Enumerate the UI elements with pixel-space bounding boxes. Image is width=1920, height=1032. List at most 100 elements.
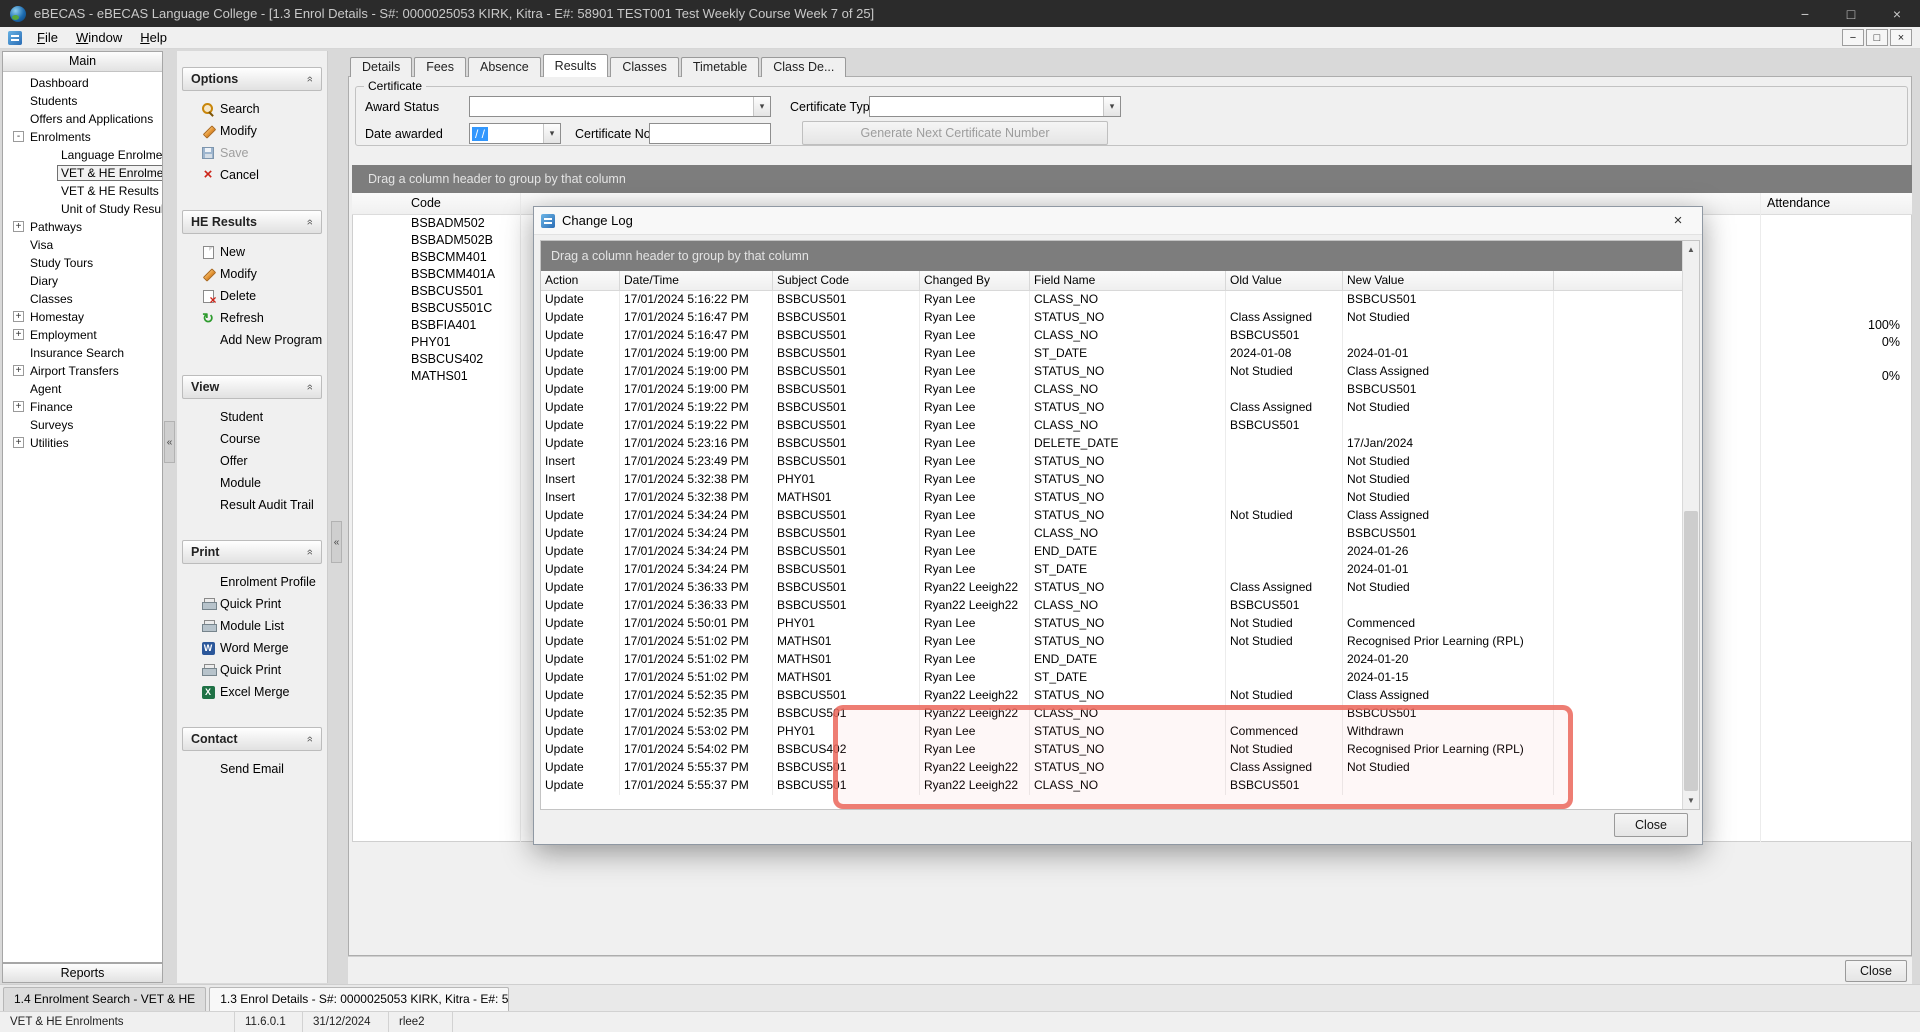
changelog-row[interactable]: Update17/01/2024 5:34:24 PMBSBCUS501Ryan… bbox=[541, 561, 1682, 579]
column-header-attendance[interactable]: Attendance bbox=[1767, 196, 1830, 210]
award-status-select[interactable]: ▾ bbox=[469, 96, 771, 117]
nav-item-modify[interactable]: Modify bbox=[182, 263, 322, 285]
sidebar-item-classes[interactable]: Classes bbox=[3, 290, 162, 308]
sidebar-item-pathways[interactable]: +Pathways bbox=[3, 218, 162, 236]
changelog-row[interactable]: Insert17/01/2024 5:32:38 PMMATHS01Ryan L… bbox=[541, 489, 1682, 507]
changelog-row[interactable]: Update17/01/2024 5:52:35 PMBSBCUS501Ryan… bbox=[541, 705, 1682, 723]
nav-item-save[interactable]: Save bbox=[182, 142, 322, 164]
changelog-row[interactable]: Update17/01/2024 5:19:22 PMBSBCUS501Ryan… bbox=[541, 417, 1682, 435]
changelog-row[interactable]: Update17/01/2024 5:34:24 PMBSBCUS501Ryan… bbox=[541, 543, 1682, 561]
column-header-changed-by[interactable]: Changed By bbox=[920, 271, 1030, 291]
sidebar-item-agent[interactable]: Agent bbox=[3, 380, 162, 398]
changelog-row[interactable]: Update17/01/2024 5:23:16 PMBSBCUS501Ryan… bbox=[541, 435, 1682, 453]
nav-item-modify[interactable]: Modify bbox=[182, 120, 322, 142]
nav-item-refresh[interactable]: ↻Refresh bbox=[182, 307, 322, 329]
changelog-row[interactable]: Update17/01/2024 5:50:01 PMPHY01Ryan Lee… bbox=[541, 615, 1682, 633]
tab-details[interactable]: Details bbox=[350, 57, 412, 77]
changelog-row[interactable]: Update17/01/2024 5:19:00 PMBSBCUS501Ryan… bbox=[541, 345, 1682, 363]
sidebar-item-students[interactable]: Students bbox=[3, 92, 162, 110]
column-header-field-name[interactable]: Field Name bbox=[1030, 271, 1226, 291]
certificate-no-input[interactable] bbox=[649, 123, 771, 144]
options-splitter[interactable]: « bbox=[328, 51, 346, 983]
sidebar-item-enrolments[interactable]: -Enrolments bbox=[3, 128, 162, 146]
dialog-close-button[interactable]: Close bbox=[1614, 813, 1688, 837]
menu-window[interactable]: Window bbox=[67, 28, 131, 47]
changelog-row[interactable]: Update17/01/2024 5:52:35 PMBSBCUS501Ryan… bbox=[541, 687, 1682, 705]
vertical-scrollbar[interactable]: ▲ ▼ bbox=[1682, 241, 1699, 809]
changelog-row[interactable]: Update17/01/2024 5:36:33 PMBSBCUS501Ryan… bbox=[541, 597, 1682, 615]
sidebar-item-diary[interactable]: Diary bbox=[3, 272, 162, 290]
tab-fees[interactable]: Fees bbox=[414, 57, 466, 77]
nav-item-quick-print[interactable]: Quick Print bbox=[182, 659, 322, 681]
changelog-row[interactable]: Update17/01/2024 5:19:00 PMBSBCUS501Ryan… bbox=[541, 363, 1682, 381]
sidebar-item-dashboard[interactable]: Dashboard bbox=[3, 74, 162, 92]
sidebar-item-utilities[interactable]: +Utilities bbox=[3, 434, 162, 452]
nav-item-delete[interactable]: Delete bbox=[182, 285, 322, 307]
changelog-row[interactable]: Update17/01/2024 5:51:02 PMMATHS01Ryan L… bbox=[541, 651, 1682, 669]
tree-collapse-icon[interactable]: - bbox=[13, 131, 24, 142]
nav-item-cancel[interactable]: ×Cancel bbox=[182, 164, 322, 186]
tab-classes[interactable]: Classes bbox=[610, 57, 678, 77]
changelog-row[interactable]: Update17/01/2024 5:16:47 PMBSBCUS501Ryan… bbox=[541, 309, 1682, 327]
sidebar-item-employment[interactable]: +Employment bbox=[3, 326, 162, 344]
sidebar-item-language-enrolments[interactable]: Language Enrolments bbox=[3, 146, 162, 164]
column-header-new-value[interactable]: New Value bbox=[1343, 271, 1554, 291]
dialog-group-by-panel[interactable]: Drag a column header to group by that co… bbox=[541, 241, 1682, 271]
sidebar-item-study-tours[interactable]: Study Tours bbox=[3, 254, 162, 272]
collapse-left-icon[interactable]: « bbox=[164, 421, 175, 463]
close-button[interactable]: Close bbox=[1845, 960, 1907, 982]
nav-item-quick-print[interactable]: Quick Print bbox=[182, 593, 322, 615]
changelog-row[interactable]: Insert17/01/2024 5:23:49 PMBSBCUS501Ryan… bbox=[541, 453, 1682, 471]
close-icon[interactable]: × bbox=[1874, 0, 1920, 27]
column-header-action[interactable]: Action bbox=[541, 271, 620, 291]
tree-expand-icon[interactable]: + bbox=[13, 401, 24, 412]
changelog-row[interactable]: Update17/01/2024 5:53:02 PMPHY01Ryan Lee… bbox=[541, 723, 1682, 741]
menu-help[interactable]: Help bbox=[131, 28, 176, 47]
changelog-row[interactable]: Update17/01/2024 5:36:33 PMBSBCUS501Ryan… bbox=[541, 579, 1682, 597]
nav-item-offer[interactable]: Offer bbox=[182, 450, 322, 472]
sidebar-item-airport-transfers[interactable]: +Airport Transfers bbox=[3, 362, 162, 380]
tree-expand-icon[interactable]: + bbox=[13, 221, 24, 232]
changelog-row[interactable]: Update17/01/2024 5:55:37 PMBSBCUS501Ryan… bbox=[541, 759, 1682, 777]
nav-item-excel-merge[interactable]: XExcel Merge bbox=[182, 681, 322, 703]
mdi-tab-1-4-enrolment-search-vet-he[interactable]: 1.4 Enrolment Search - VET & HE bbox=[3, 987, 206, 1011]
reports-bar[interactable]: Reports bbox=[2, 963, 163, 983]
nav-group-header-he-results[interactable]: HE Results» bbox=[182, 210, 322, 234]
sidebar-item-homestay[interactable]: +Homestay bbox=[3, 308, 162, 326]
sidebar-item-surveys[interactable]: Surveys bbox=[3, 416, 162, 434]
tab-timetable[interactable]: Timetable bbox=[681, 57, 759, 77]
sidebar-item-vet-he-enrolments[interactable]: VET & HE Enrolments bbox=[3, 164, 162, 182]
nav-item-new[interactable]: New bbox=[182, 241, 322, 263]
mdi-tab-1-3-enrol-details-s-0000025053-kirk-kitr[interactable]: 1.3 Enrol Details - S#: 0000025053 KIRK,… bbox=[209, 987, 509, 1011]
changelog-row[interactable]: Update17/01/2024 5:51:02 PMMATHS01Ryan L… bbox=[541, 633, 1682, 651]
mdi-minimize-icon[interactable]: − bbox=[1842, 29, 1864, 46]
scroll-up-icon[interactable]: ▲ bbox=[1683, 241, 1699, 258]
nav-item-result-audit-trail[interactable]: Result Audit Trail bbox=[182, 494, 322, 516]
changelog-row[interactable]: Update17/01/2024 5:54:02 PMBSBCUS402Ryan… bbox=[541, 741, 1682, 759]
tab-results[interactable]: Results bbox=[543, 54, 609, 77]
dialog-titlebar[interactable]: Change Log × bbox=[534, 207, 1702, 235]
sidebar-item-vet-he-results[interactable]: VET & HE Results bbox=[3, 182, 162, 200]
sidebar-item-unit-of-study-results[interactable]: Unit of Study Results bbox=[3, 200, 162, 218]
scrollbar-thumb[interactable] bbox=[1684, 511, 1698, 791]
changelog-row[interactable]: Update17/01/2024 5:19:22 PMBSBCUS501Ryan… bbox=[541, 399, 1682, 417]
date-awarded-select[interactable]: / / ▾ bbox=[469, 123, 561, 144]
dialog-close-icon[interactable]: × bbox=[1661, 209, 1695, 233]
nav-item-word-merge[interactable]: WWord Merge bbox=[182, 637, 322, 659]
scroll-down-icon[interactable]: ▼ bbox=[1683, 792, 1699, 809]
minimize-icon[interactable]: − bbox=[1782, 0, 1828, 27]
generate-certificate-button[interactable]: Generate Next Certificate Number bbox=[802, 121, 1108, 145]
nav-item-course[interactable]: Course bbox=[182, 428, 322, 450]
changelog-row[interactable]: Update17/01/2024 5:16:22 PMBSBCUS501Ryan… bbox=[541, 291, 1682, 309]
nav-item-module-list[interactable]: Module List bbox=[182, 615, 322, 637]
mdi-close-icon[interactable]: × bbox=[1890, 29, 1912, 46]
tree-expand-icon[interactable]: + bbox=[13, 311, 24, 322]
nav-item-enrolment-profile[interactable]: Enrolment Profile bbox=[182, 571, 322, 593]
changelog-row[interactable]: Update17/01/2024 5:19:00 PMBSBCUS501Ryan… bbox=[541, 381, 1682, 399]
maximize-icon[interactable]: □ bbox=[1828, 0, 1874, 27]
tree-expand-icon[interactable]: + bbox=[13, 437, 24, 448]
group-by-panel[interactable]: Drag a column header to group by that co… bbox=[352, 165, 1912, 193]
nav-group-header-print[interactable]: Print» bbox=[182, 540, 322, 564]
changelog-row[interactable]: Update17/01/2024 5:16:47 PMBSBCUS501Ryan… bbox=[541, 327, 1682, 345]
column-header-old-value[interactable]: Old Value bbox=[1226, 271, 1343, 291]
